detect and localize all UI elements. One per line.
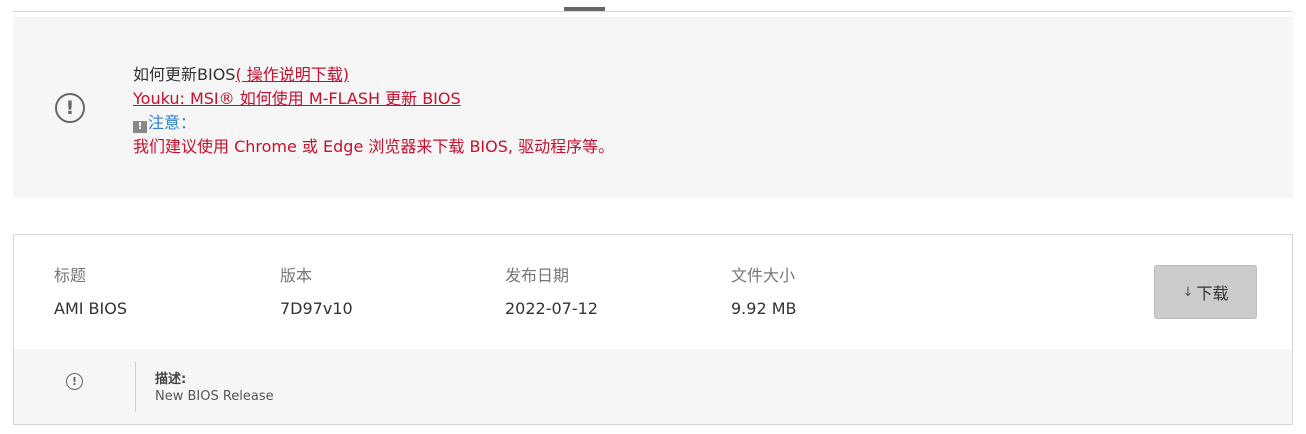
download-button[interactable]: ↓ 下载 <box>1154 265 1257 319</box>
exclamation-circle-icon: ! <box>66 373 83 390</box>
instructions-download-link[interactable]: ( 操作说明下载) <box>235 65 349 84</box>
description-panel: ! 描述: New BIOS Release <box>14 349 1292 424</box>
file-size-column: 文件大小 9.92 MB <box>731 265 797 320</box>
release-date-header: 发布日期 <box>505 266 570 285</box>
browser-recommendation-text: 我们建议使用 Chrome 或 Edge 浏览器来下载 BIOS, 驱动程序等。 <box>133 137 615 156</box>
file-size-header: 文件大小 <box>731 266 796 285</box>
version-value: 7D97v10 <box>280 299 353 318</box>
title-column: 标题 AMI BIOS <box>54 265 127 320</box>
tab-bar-divider <box>13 11 1293 12</box>
title-header: 标题 <box>54 266 87 285</box>
release-date-column: 发布日期 2022-07-12 <box>505 265 598 320</box>
file-size-value: 9.92 MB <box>731 299 797 318</box>
attention-label: 注意： <box>148 113 197 132</box>
exclamation-circle-icon: ! <box>55 93 85 123</box>
release-date-value: 2022-07-12 <box>505 299 598 318</box>
bios-update-notice: ! 如何更新BIOS( 操作说明下载) Youku: MSI® 如何使用 M-F… <box>13 17 1293 198</box>
update-instructions-line: 如何更新BIOS( 操作说明下载) <box>133 63 614 87</box>
version-column: 版本 7D97v10 <box>280 265 353 320</box>
bios-download-card: 标题 AMI BIOS 版本 7D97v10 发布日期 2022-07-12 文… <box>13 234 1293 425</box>
active-tab-indicator <box>564 7 605 11</box>
description-text: New BIOS Release <box>155 389 274 404</box>
how-to-update-text: 如何更新BIOS <box>133 65 236 84</box>
attention-line: ! 注意： <box>133 111 614 135</box>
youku-line: Youku: MSI® 如何使用 M-FLASH 更新 BIOS <box>133 87 614 111</box>
warning-icon: ! <box>133 121 147 133</box>
description-label: 描述: <box>155 372 187 387</box>
notice-lines: 如何更新BIOS( 操作说明下载) Youku: MSI® 如何使用 M-FLA… <box>133 63 614 159</box>
youku-mflash-video-link[interactable]: Youku: MSI® 如何使用 M-FLASH 更新 BIOS <box>133 89 461 108</box>
download-arrow-icon: ↓ <box>1182 284 1194 300</box>
version-header: 版本 <box>280 266 313 285</box>
download-button-label: 下载 <box>1196 284 1229 303</box>
title-value: AMI BIOS <box>54 299 127 318</box>
description-divider <box>135 361 136 412</box>
